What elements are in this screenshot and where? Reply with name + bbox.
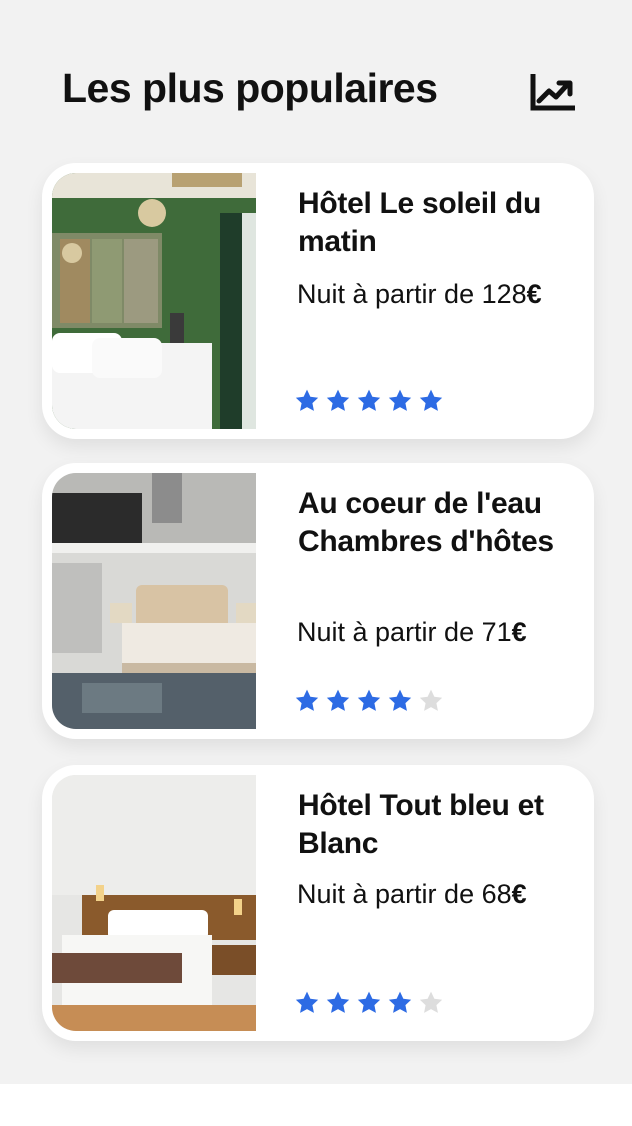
star-empty-icon (419, 991, 443, 1013)
star-filled-icon (419, 389, 443, 411)
rating-stars (294, 990, 444, 1016)
currency-symbol: € (511, 617, 527, 647)
star-filled-icon (326, 689, 350, 711)
hotel-card[interactable]: Au coeur de l'eau Chambres d'hôtes Nuit … (42, 463, 594, 739)
price-label: Nuit à partir de (297, 279, 475, 309)
popular-section: Les plus populaires Hôtel Le soleil du m… (0, 0, 632, 1084)
hotel-card[interactable]: Hôtel Le soleil du matin Nuit à partir d… (42, 163, 594, 439)
currency-symbol: € (526, 279, 542, 309)
hotel-photo (52, 473, 256, 729)
star-filled-icon (388, 991, 412, 1013)
star-filled-icon (357, 991, 381, 1013)
star-filled-icon (295, 389, 319, 411)
hotel-name[interactable]: Hôtel Le soleil du matin (298, 185, 578, 261)
price-value: 128 (481, 279, 527, 309)
star-filled-icon (388, 389, 412, 411)
star-filled-icon (357, 389, 381, 411)
hotel-name[interactable]: Hôtel Tout bleu et Blanc (298, 787, 578, 863)
rating-stars (294, 388, 444, 414)
star-filled-icon (357, 689, 381, 711)
star-filled-icon (388, 689, 412, 711)
trending-up-icon[interactable] (529, 74, 575, 112)
star-filled-icon (326, 389, 350, 411)
hotel-photo (52, 775, 256, 1031)
star-filled-icon (295, 689, 319, 711)
section-title: Les plus populaires (62, 65, 438, 111)
price-value: 71 (481, 617, 512, 647)
price-label: Nuit à partir de (297, 879, 475, 909)
star-filled-icon (295, 991, 319, 1013)
price-value: 68 (481, 879, 512, 909)
rating-stars (294, 688, 444, 714)
hotel-photo (52, 173, 256, 429)
hotel-card[interactable]: Hôtel Tout bleu et Blanc Nuit à partir d… (42, 765, 594, 1041)
hotel-name[interactable]: Au coeur de l'eau Chambres d'hôtes (298, 485, 578, 561)
star-empty-icon (419, 689, 443, 711)
star-filled-icon (326, 991, 350, 1013)
hotel-price: Nuit à partir de 68€ (297, 877, 587, 911)
hotel-price: Nuit à partir de 71€ (297, 615, 587, 649)
hotel-price: Nuit à partir de 128€ (297, 277, 587, 311)
currency-symbol: € (511, 879, 527, 909)
price-label: Nuit à partir de (297, 617, 475, 647)
